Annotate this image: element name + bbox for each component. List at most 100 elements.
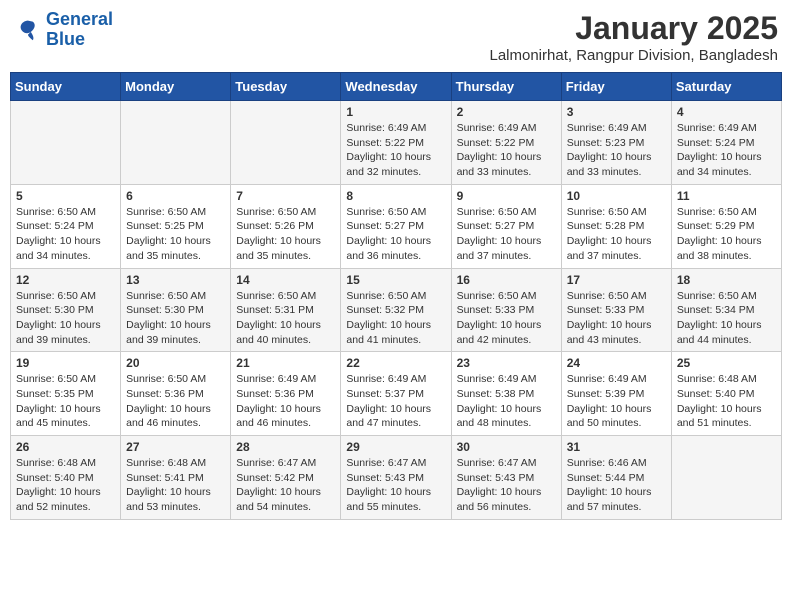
calendar-cell: 21Sunrise: 6:49 AM Sunset: 5:36 PM Dayli…	[231, 352, 341, 436]
calendar-cell: 1 Sunrise: 6:49 AM Sunset: 5:22 PM Daylig…	[341, 101, 451, 185]
calendar-week-5: 26 Sunrise: 6:48 AM Sunset: 5:40 PM Dayli…	[11, 436, 782, 520]
calendar-cell: 20 Sunrise: 6:50 AM Sunset: 5:36 PM Dayli…	[121, 352, 231, 436]
calendar-cell: 10Sunrise: 6:50 AM Sunset: 5:28 PM Dayli…	[561, 184, 671, 268]
calendar-header: Sunday Monday Tuesday Wednesday Thursday…	[11, 73, 782, 101]
calendar-table: Sunday Monday Tuesday Wednesday Thursday…	[10, 72, 782, 520]
logo-text: General Blue	[46, 10, 113, 50]
header-row: Sunday Monday Tuesday Wednesday Thursday…	[11, 73, 782, 101]
calendar-cell: 6 Sunrise: 6:50 AM Sunset: 5:25 PM Daylig…	[121, 184, 231, 268]
day-info: Sunrise: 6:50 AM Sunset: 5:25 PM Dayligh…	[126, 205, 225, 264]
day-number: 26	[16, 440, 115, 454]
calendar-cell: 13Sunrise: 6:50 AM Sunset: 5:30 PM Dayli…	[121, 268, 231, 352]
day-info: Sunrise: 6:49 AM Sunset: 5:22 PM Dayligh…	[346, 121, 445, 180]
calendar-cell: 15Sunrise: 6:50 AM Sunset: 5:32 PM Dayli…	[341, 268, 451, 352]
page-title: January 2025	[489, 10, 778, 47]
calendar-cell: 8Sunrise: 6:50 AM Sunset: 5:27 PM Daylig…	[341, 184, 451, 268]
day-number: 31	[567, 440, 666, 454]
day-number: 22	[346, 356, 445, 370]
day-number: 24	[567, 356, 666, 370]
day-info: Sunrise: 6:49 AM Sunset: 5:36 PM Dayligh…	[236, 372, 335, 431]
day-number: 7	[236, 189, 335, 203]
day-info: Sunrise: 6:49 AM Sunset: 5:38 PM Dayligh…	[457, 372, 556, 431]
calendar-cell: 17Sunrise: 6:50 AM Sunset: 5:33 PM Dayli…	[561, 268, 671, 352]
day-info: Sunrise: 6:50 AM Sunset: 5:24 PM Dayligh…	[16, 205, 115, 264]
calendar-cell: 18Sunrise: 6:50 AM Sunset: 5:34 PM Dayli…	[671, 268, 781, 352]
calendar-cell: 12Sunrise: 6:50 AM Sunset: 5:30 PM Dayli…	[11, 268, 121, 352]
day-info: Sunrise: 6:49 AM Sunset: 5:23 PM Dayligh…	[567, 121, 666, 180]
day-info: Sunrise: 6:47 AM Sunset: 5:43 PM Dayligh…	[346, 456, 445, 515]
calendar-week-4: 19 Sunrise: 6:50 AM Sunset: 5:35 PM Dayli…	[11, 352, 782, 436]
calendar-cell: 19 Sunrise: 6:50 AM Sunset: 5:35 PM Dayli…	[11, 352, 121, 436]
day-number: 6	[126, 189, 225, 203]
day-number: 23	[457, 356, 556, 370]
day-info: Sunrise: 6:50 AM Sunset: 5:36 PM Dayligh…	[126, 372, 225, 431]
day-number: 1	[346, 105, 445, 119]
calendar-cell	[671, 436, 781, 520]
day-number: 29	[346, 440, 445, 454]
calendar-cell	[11, 101, 121, 185]
header-monday: Monday	[121, 73, 231, 101]
calendar-week-3: 12Sunrise: 6:50 AM Sunset: 5:30 PM Dayli…	[11, 268, 782, 352]
day-info: Sunrise: 6:50 AM Sunset: 5:34 PM Dayligh…	[677, 289, 776, 348]
day-info: Sunrise: 6:50 AM Sunset: 5:31 PM Dayligh…	[236, 289, 335, 348]
page-subtitle: Lalmonirhat, Rangpur Division, Banglades…	[489, 47, 778, 64]
day-info: Sunrise: 6:49 AM Sunset: 5:22 PM Dayligh…	[457, 121, 556, 180]
calendar-cell: 9 Sunrise: 6:50 AM Sunset: 5:27 PM Daylig…	[451, 184, 561, 268]
header-friday: Friday	[561, 73, 671, 101]
day-info: Sunrise: 6:47 AM Sunset: 5:43 PM Dayligh…	[457, 456, 556, 515]
day-info: Sunrise: 6:49 AM Sunset: 5:39 PM Dayligh…	[567, 372, 666, 431]
calendar-cell: 22 Sunrise: 6:49 AM Sunset: 5:37 PM Dayli…	[341, 352, 451, 436]
day-number: 28	[236, 440, 335, 454]
day-info: Sunrise: 6:50 AM Sunset: 5:27 PM Dayligh…	[346, 205, 445, 264]
day-number: 14	[236, 273, 335, 287]
calendar-cell: 4Sunrise: 6:49 AM Sunset: 5:24 PM Daylig…	[671, 101, 781, 185]
day-info: Sunrise: 6:50 AM Sunset: 5:28 PM Dayligh…	[567, 205, 666, 264]
day-number: 2	[457, 105, 556, 119]
day-number: 16	[457, 273, 556, 287]
calendar-cell: 11Sunrise: 6:50 AM Sunset: 5:29 PM Dayli…	[671, 184, 781, 268]
day-number: 4	[677, 105, 776, 119]
day-number: 9	[457, 189, 556, 203]
calendar-cell: 16Sunrise: 6:50 AM Sunset: 5:33 PM Dayli…	[451, 268, 561, 352]
title-block: January 2025 Lalmonirhat, Rangpur Divisi…	[489, 10, 778, 64]
day-number: 5	[16, 189, 115, 203]
page-header: General Blue January 2025 Lalmonirhat, R…	[10, 10, 782, 64]
logo-icon	[14, 16, 42, 44]
calendar-week-2: 5 Sunrise: 6:50 AM Sunset: 5:24 PM Daylig…	[11, 184, 782, 268]
calendar-cell: 27 Sunrise: 6:48 AM Sunset: 5:41 PM Dayli…	[121, 436, 231, 520]
day-number: 15	[346, 273, 445, 287]
day-number: 3	[567, 105, 666, 119]
calendar-cell	[231, 101, 341, 185]
day-info: Sunrise: 6:50 AM Sunset: 5:30 PM Dayligh…	[16, 289, 115, 348]
calendar-cell: 30 Sunrise: 6:47 AM Sunset: 5:43 PM Dayli…	[451, 436, 561, 520]
calendar-cell: 7 Sunrise: 6:50 AM Sunset: 5:26 PM Daylig…	[231, 184, 341, 268]
calendar-cell: 23 Sunrise: 6:49 AM Sunset: 5:38 PM Dayli…	[451, 352, 561, 436]
day-info: Sunrise: 6:50 AM Sunset: 5:27 PM Dayligh…	[457, 205, 556, 264]
day-info: Sunrise: 6:49 AM Sunset: 5:37 PM Dayligh…	[346, 372, 445, 431]
day-number: 19	[16, 356, 115, 370]
calendar-cell: 3 Sunrise: 6:49 AM Sunset: 5:23 PM Daylig…	[561, 101, 671, 185]
calendar-body: 1 Sunrise: 6:49 AM Sunset: 5:22 PM Daylig…	[11, 101, 782, 520]
day-number: 30	[457, 440, 556, 454]
header-sunday: Sunday	[11, 73, 121, 101]
day-info: Sunrise: 6:48 AM Sunset: 5:40 PM Dayligh…	[16, 456, 115, 515]
calendar-cell: 29 Sunrise: 6:47 AM Sunset: 5:43 PM Dayli…	[341, 436, 451, 520]
calendar-cell: 5 Sunrise: 6:50 AM Sunset: 5:24 PM Daylig…	[11, 184, 121, 268]
day-info: Sunrise: 6:48 AM Sunset: 5:41 PM Dayligh…	[126, 456, 225, 515]
day-number: 17	[567, 273, 666, 287]
calendar-cell: 25 Sunrise: 6:48 AM Sunset: 5:40 PM Dayli…	[671, 352, 781, 436]
day-info: Sunrise: 6:48 AM Sunset: 5:40 PM Dayligh…	[677, 372, 776, 431]
calendar-cell: 26 Sunrise: 6:48 AM Sunset: 5:40 PM Dayli…	[11, 436, 121, 520]
day-number: 11	[677, 189, 776, 203]
calendar-week-1: 1 Sunrise: 6:49 AM Sunset: 5:22 PM Daylig…	[11, 101, 782, 185]
day-info: Sunrise: 6:50 AM Sunset: 5:26 PM Dayligh…	[236, 205, 335, 264]
day-number: 27	[126, 440, 225, 454]
day-info: Sunrise: 6:50 AM Sunset: 5:35 PM Dayligh…	[16, 372, 115, 431]
header-tuesday: Tuesday	[231, 73, 341, 101]
calendar-cell: 14 Sunrise: 6:50 AM Sunset: 5:31 PM Dayli…	[231, 268, 341, 352]
day-info: Sunrise: 6:46 AM Sunset: 5:44 PM Dayligh…	[567, 456, 666, 515]
calendar-cell: 24 Sunrise: 6:49 AM Sunset: 5:39 PM Dayli…	[561, 352, 671, 436]
day-number: 25	[677, 356, 776, 370]
day-number: 20	[126, 356, 225, 370]
header-thursday: Thursday	[451, 73, 561, 101]
